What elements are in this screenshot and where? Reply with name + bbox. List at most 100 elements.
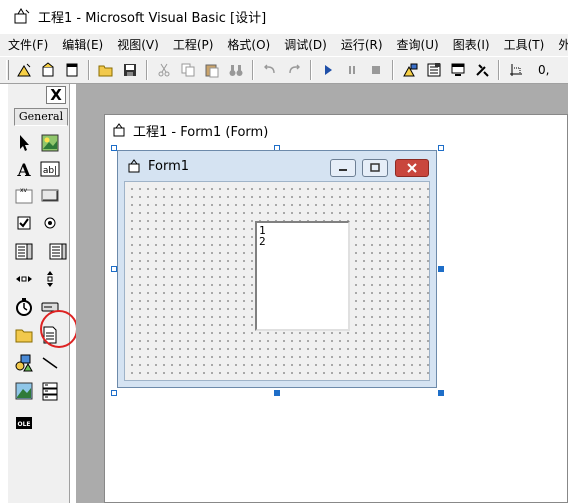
form-designer-title-bar: 工程1 - Form1 (Form) xyxy=(105,115,567,145)
menu-file[interactable]: 文件(F) xyxy=(0,34,54,56)
svg-text:OLE: OLE xyxy=(17,421,30,428)
tool-listbox[interactable] xyxy=(46,240,70,262)
form-layout-icon xyxy=(451,63,465,76)
tool-picturebox[interactable] xyxy=(38,132,62,154)
menu-tools[interactable]: 工具(T) xyxy=(496,34,551,56)
cut-icon xyxy=(158,63,170,77)
menu-bar: 文件(F) 编辑(E) 视图(V) 工程(P) 格式(O) 调试(D) 运行(R… xyxy=(0,34,568,56)
toolbar-separator xyxy=(88,60,90,80)
tool-commandbutton[interactable] xyxy=(38,184,62,206)
resize-handle-ne xyxy=(438,145,444,151)
undo-button[interactable] xyxy=(259,59,281,81)
tool-ole[interactable]: OLE xyxy=(12,412,36,434)
add-form-button[interactable] xyxy=(37,59,59,81)
tool-image[interactable] xyxy=(12,380,36,402)
tool-checkbox[interactable] xyxy=(12,212,36,234)
save-icon xyxy=(124,64,136,76)
binoculars-icon xyxy=(229,65,243,76)
combobox-icon xyxy=(15,243,33,260)
shape-icon xyxy=(15,354,33,372)
form1-maximize-button[interactable] xyxy=(362,159,388,177)
ole-icon: OLE xyxy=(16,417,32,429)
menu-edit[interactable]: 编辑(E) xyxy=(54,34,109,56)
properties-window-button[interactable] xyxy=(423,59,445,81)
menu-editor-icon xyxy=(66,63,78,77)
svg-text:xv: xv xyxy=(20,187,28,194)
toolbar-separator xyxy=(252,60,254,80)
svg-text:A: A xyxy=(16,161,31,179)
menu-project[interactable]: 工程(P) xyxy=(165,34,220,56)
form-window-icon xyxy=(113,123,125,137)
object-browser-button[interactable] xyxy=(471,59,493,81)
open-project-button[interactable] xyxy=(95,59,117,81)
resize-handle-sw xyxy=(111,390,117,396)
frame-icon: xv xyxy=(15,187,33,204)
menu-run[interactable]: 运行(R) xyxy=(333,34,389,56)
stop-icon xyxy=(372,66,380,74)
tool-label[interactable]: A xyxy=(12,158,36,180)
toolbar-separator xyxy=(392,60,394,80)
tool-textbox[interactable]: ab| xyxy=(38,158,62,180)
resize-handle-s[interactable] xyxy=(274,390,280,396)
standard-toolbar: 0, xyxy=(0,56,568,84)
window-title: 工程1 - Microsoft Visual Basic [设计] xyxy=(38,10,267,26)
textbox-icon: ab| xyxy=(40,161,60,177)
close-icon xyxy=(407,163,417,173)
menu-query[interactable]: 查询(U) xyxy=(389,34,445,56)
tool-vscrollbar[interactable] xyxy=(38,268,62,290)
menu-addins[interactable]: 外接程序(A xyxy=(550,34,568,56)
tool-data[interactable] xyxy=(38,380,62,402)
menu-view[interactable]: 视图(V) xyxy=(109,34,165,56)
toolbox-panel: X General A ab| xv OLE xyxy=(8,84,78,503)
cut-button[interactable] xyxy=(153,59,175,81)
object-browser-icon xyxy=(476,64,489,77)
toolbar-separator xyxy=(310,60,312,80)
menu-debug[interactable]: 调试(D) xyxy=(276,34,333,56)
form1-close-button[interactable] xyxy=(395,159,429,177)
toolbox-close-button[interactable]: X xyxy=(46,86,66,104)
listbox-item[interactable]: 1 xyxy=(259,225,346,236)
tool-combobox[interactable] xyxy=(12,240,36,262)
app-title-bar: 工程1 - Microsoft Visual Basic [设计] xyxy=(0,0,568,32)
tool-hscrollbar[interactable] xyxy=(12,268,36,290)
toolbar-grip[interactable] xyxy=(6,60,9,80)
tool-line[interactable] xyxy=(38,352,62,374)
save-project-button[interactable] xyxy=(119,59,141,81)
tool-frame[interactable]: xv xyxy=(12,184,36,206)
add-form-icon xyxy=(42,62,54,77)
copy-icon xyxy=(181,63,195,77)
optionbutton-icon xyxy=(44,217,56,229)
maximize-icon xyxy=(370,163,380,172)
toolbox-tab-general[interactable]: General xyxy=(14,108,68,126)
tool-timer[interactable] xyxy=(12,296,36,318)
menu-editor-button[interactable] xyxy=(61,59,83,81)
undo-icon xyxy=(264,64,275,74)
list1-listbox[interactable]: 1 2 xyxy=(255,221,350,331)
line-icon xyxy=(42,357,58,369)
menu-format[interactable]: 格式(O) xyxy=(219,34,276,56)
listbox-item[interactable]: 2 xyxy=(259,236,346,247)
redo-button[interactable] xyxy=(283,59,305,81)
resize-handle-se[interactable] xyxy=(438,390,444,396)
end-button[interactable] xyxy=(365,59,387,81)
paste-button[interactable] xyxy=(201,59,223,81)
data-icon xyxy=(42,382,58,401)
tool-dirlistbox[interactable] xyxy=(12,324,36,346)
commandbutton-icon xyxy=(41,189,59,202)
copy-button[interactable] xyxy=(177,59,199,81)
resize-handle-e[interactable] xyxy=(438,266,444,272)
add-project-button[interactable] xyxy=(13,59,35,81)
tool-shape[interactable] xyxy=(12,352,36,374)
svg-text:ab|: ab| xyxy=(43,166,57,176)
form1-minimize-button[interactable] xyxy=(330,159,356,177)
find-button[interactable] xyxy=(225,59,247,81)
break-button[interactable] xyxy=(341,59,363,81)
menu-diagram[interactable]: 图表(I) xyxy=(445,34,496,56)
form1-icon xyxy=(128,159,140,173)
tool-pointer[interactable] xyxy=(12,132,36,154)
form-layout-button[interactable] xyxy=(447,59,469,81)
toolbar-separator xyxy=(146,60,148,80)
start-button[interactable] xyxy=(317,59,339,81)
project-explorer-button[interactable] xyxy=(399,59,421,81)
tool-optionbutton[interactable] xyxy=(38,212,62,234)
